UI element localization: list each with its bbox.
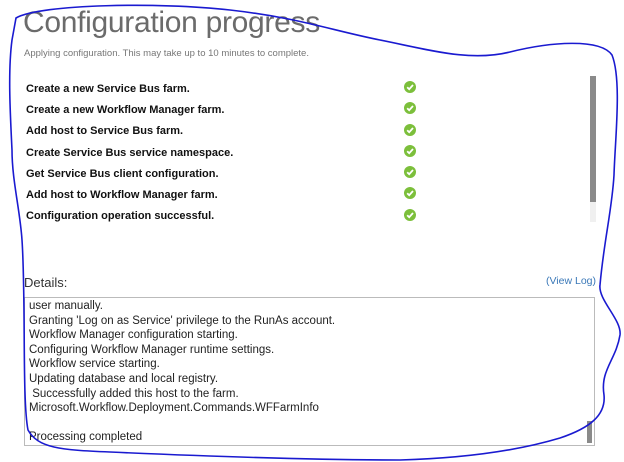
check-circle-icon — [404, 144, 416, 157]
page-subtitle: Applying configuration. This may take up… — [24, 48, 309, 59]
step-list: Create a new Service Bus farm. Create a n… — [26, 78, 446, 227]
step-row: Create a new Service Bus farm. — [26, 78, 446, 99]
step-list-scrollbar[interactable] — [590, 76, 596, 222]
check-circle-icon — [404, 123, 416, 136]
log-line: Updating database and local registry. — [29, 372, 219, 385]
log-scrollbar[interactable] — [587, 300, 592, 443]
step-label: Create a new Workflow Manager farm. — [26, 103, 225, 116]
step-label: Create Service Bus service namespace. — [26, 146, 234, 159]
step-label: Configuration operation successful. — [26, 210, 215, 223]
check-circle-icon — [404, 187, 416, 200]
step-row: Add host to Service Bus farm. — [26, 121, 446, 142]
log-line: Workflow service starting. — [29, 358, 160, 371]
log-line: Granting 'Log on as Service' privilege t… — [29, 314, 336, 327]
log-line: Workflow Manager configuration starting. — [29, 329, 238, 342]
step-row: Configuration operation successful. — [26, 206, 446, 227]
step-row: Add host to Workflow Manager farm. — [26, 184, 446, 205]
page-title: Configuration progress — [23, 6, 320, 39]
check-circle-icon — [404, 166, 416, 179]
log-line: Configuring Workflow Manager runtime set… — [29, 343, 275, 356]
log-line: Processing completed — [29, 431, 143, 444]
step-row: Get Service Bus client configuration. — [26, 163, 446, 184]
scrollbar-thumb[interactable] — [590, 76, 596, 202]
step-row: Create a new Workflow Manager farm. — [26, 99, 446, 120]
step-label: Create a new Service Bus farm. — [26, 82, 190, 95]
log-lines: user manually. Granting 'Log on as Servic… — [29, 299, 335, 445]
log-line: Microsoft.Workflow.Deployment.Commands.W… — [29, 402, 319, 415]
details-log[interactable]: user manually. Granting 'Log on as Servic… — [24, 297, 595, 446]
step-label: Add host to Workflow Manager farm. — [26, 189, 218, 202]
check-circle-icon — [404, 81, 416, 93]
check-circle-icon — [404, 102, 416, 115]
details-label: Details: — [24, 275, 68, 290]
step-label: Get Service Bus client configuration. — [26, 167, 219, 180]
view-log-link[interactable]: (View Log) — [546, 275, 596, 287]
scrollbar-thumb[interactable] — [587, 421, 592, 443]
step-label: Add host to Service Bus farm. — [26, 125, 184, 138]
log-line: user manually. — [29, 300, 103, 312]
log-line: Successfully added this host to the farm… — [29, 387, 239, 400]
step-row: Create Service Bus service namespace. — [26, 142, 446, 163]
check-circle-icon — [404, 208, 416, 221]
